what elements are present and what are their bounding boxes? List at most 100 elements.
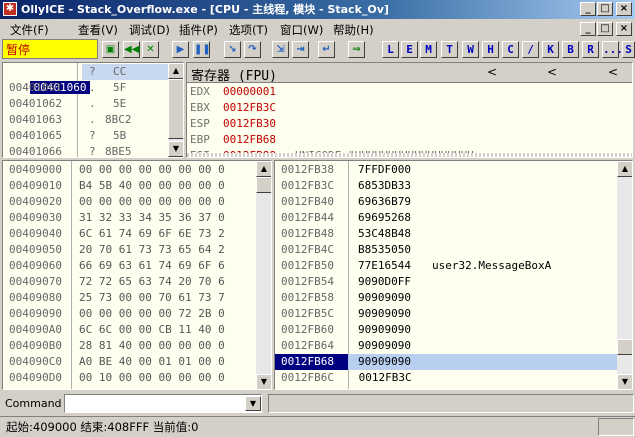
registers-title[interactable]: 寄存器 (FPU): [191, 65, 277, 84]
stack-address[interactable]: 0012FB6C: [281, 370, 334, 386]
close-process-icon[interactable]: ✕: [142, 41, 159, 58]
stack-value[interactable]: 69636B79: [358, 194, 411, 210]
scroll-down-icon[interactable]: ▼: [256, 374, 271, 389]
menu-debug[interactable]: 调试(D): [129, 22, 170, 38]
register-value[interactable]: 0012FB3C: [223, 100, 276, 116]
stack-address[interactable]: 0012FB44: [281, 210, 334, 226]
child-minimize-button[interactable]: _: [580, 22, 596, 36]
breakpoints-window-button[interactable]: B: [562, 41, 579, 58]
stack-value[interactable]: 7FFDF000: [358, 162, 411, 178]
log-window-button[interactable]: L: [382, 41, 399, 58]
dump-hex[interactable]: 72 72 65 63 74 20 70 6: [79, 274, 225, 290]
menu-file[interactable]: 文件(F): [10, 22, 49, 38]
dump-address[interactable]: 00409000: [9, 162, 62, 178]
execute-till-return-icon[interactable]: ↵: [318, 41, 335, 58]
scroll-up-icon[interactable]: ▲: [168, 63, 183, 79]
modules-window-button[interactable]: E: [401, 41, 418, 58]
stack-address[interactable]: 0012FB40: [281, 194, 334, 210]
dump-hex[interactable]: A0 BE 40 00 01 01 00 0: [79, 354, 225, 370]
registers-nav-back[interactable]: <: [487, 65, 497, 79]
stack-value[interactable]: B8535050: [358, 242, 411, 258]
dump-hex[interactable]: 20 70 61 73 73 65 64 2: [79, 242, 225, 258]
dump-address[interactable]: 00409030: [9, 210, 62, 226]
close-button[interactable]: ×: [616, 2, 632, 16]
disassembly-pane[interactable]: 00401060 ? CC 00401061 . 5F 00401062 . 5…: [2, 62, 184, 158]
dump-address[interactable]: 004090C0: [9, 354, 62, 370]
child-restore-button[interactable]: □: [597, 22, 613, 36]
cpu-window-button[interactable]: C: [502, 41, 519, 58]
threads-window-button[interactable]: T: [441, 41, 458, 58]
dump-hex[interactable]: 28 81 40 00 00 00 00 0: [79, 338, 225, 354]
command-input[interactable]: [64, 394, 262, 413]
scroll-thumb[interactable]: [256, 177, 271, 193]
stack-address[interactable]: 0012FB3C: [281, 178, 334, 194]
dump-hex[interactable]: 6C 61 74 69 6F 6E 73 2: [79, 226, 225, 242]
dump-address[interactable]: 00409050: [9, 242, 62, 258]
patches-window-button[interactable]: /: [522, 41, 539, 58]
disasm-row[interactable]: 00401060: [3, 64, 91, 94]
run-icon[interactable]: ▶: [172, 41, 189, 58]
menu-view[interactable]: 查看(V): [78, 22, 118, 38]
dump-hex[interactable]: 66 69 63 61 74 69 6F 6: [79, 258, 225, 274]
scroll-up-icon[interactable]: ▲: [617, 161, 632, 177]
dump-address[interactable]: 00409020: [9, 194, 62, 210]
stack-value[interactable]: 90909090: [358, 338, 411, 354]
trace-into-icon[interactable]: ⇲: [272, 41, 289, 58]
goto-icon[interactable]: ⇒: [348, 41, 365, 58]
child-close-button[interactable]: ×: [616, 22, 632, 36]
stack-value[interactable]: 9090D0FF: [358, 274, 411, 290]
registers-pane[interactable]: 寄存器 (FPU) < < < EDX 00000001 EBX 0012FB3…: [186, 62, 633, 158]
scroll-down-icon[interactable]: ▼: [168, 141, 183, 157]
registers-hscrollbar[interactable]: [187, 153, 632, 157]
dump-scrollbar[interactable]: ▲ ▼: [256, 161, 271, 389]
open-icon[interactable]: ▣: [102, 41, 119, 58]
dump-hex[interactable]: 25 73 00 00 70 61 73 7: [79, 290, 225, 306]
source-window-button[interactable]: S: [622, 41, 635, 58]
dump-hex[interactable]: 00 00 00 00 00 00 00 0: [79, 162, 225, 178]
pause-icon[interactable]: ❚❚: [193, 41, 211, 58]
maximize-button[interactable]: □: [597, 2, 613, 16]
minimize-button[interactable]: _: [580, 2, 596, 16]
menu-options[interactable]: 选项(T): [229, 22, 268, 38]
stack-address[interactable]: 0012FB54: [281, 274, 334, 290]
stack-value[interactable]: 53C48B48: [358, 226, 411, 242]
dump-address[interactable]: 004090B0: [9, 338, 62, 354]
references-window-button[interactable]: R: [582, 41, 599, 58]
stack-pane[interactable]: 0012FB38 7FFDF000 0012FB3C 6853DB33 0012…: [274, 160, 633, 390]
rewind-icon[interactable]: ◀◀: [123, 41, 140, 58]
menu-help[interactable]: 帮助(H): [333, 22, 374, 38]
chevron-down-icon[interactable]: ▼: [245, 396, 261, 411]
stack-value[interactable]: 90909090: [358, 306, 411, 322]
register-value[interactable]: 0012FB68: [223, 132, 276, 148]
registers-nav-back[interactable]: <: [608, 65, 618, 79]
stack-value[interactable]: 69695268: [358, 210, 411, 226]
stack-address[interactable]: 0012FB60: [281, 322, 334, 338]
dump-address[interactable]: 00409090: [9, 306, 62, 322]
stack-value[interactable]: 6853DB33: [358, 178, 411, 194]
dump-address[interactable]: 00409080: [9, 290, 62, 306]
call-stack-window-button[interactable]: K: [542, 41, 559, 58]
registers-nav-back[interactable]: <: [547, 65, 557, 79]
stack-scrollbar[interactable]: ▲ ▼: [617, 161, 632, 389]
register-value[interactable]: 00000001: [223, 84, 276, 100]
bug-icon[interactable]: ✱: [3, 2, 17, 16]
trace-over-icon[interactable]: ⇥: [292, 41, 309, 58]
dump-address[interactable]: 004090D0: [9, 370, 62, 386]
scroll-thumb[interactable]: [168, 79, 183, 139]
handles-window-button[interactable]: H: [482, 41, 499, 58]
memory-dump-pane[interactable]: 00409000 00 00 00 00 00 00 00 0 00409010…: [2, 160, 272, 390]
run-trace-window-button[interactable]: ...: [602, 41, 623, 58]
stack-value[interactable]: 90909090: [358, 290, 411, 306]
step-over-icon[interactable]: ↷: [244, 41, 261, 58]
step-into-icon[interactable]: ↘: [224, 41, 241, 58]
dump-hex[interactable]: B4 5B 40 00 00 00 00 0: [79, 178, 225, 194]
stack-address[interactable]: 0012FB5C: [281, 306, 334, 322]
dump-address[interactable]: 00409060: [9, 258, 62, 274]
stack-value[interactable]: 0012FB3C: [352, 370, 412, 386]
stack-address[interactable]: 0012FB4C: [281, 242, 334, 258]
dump-address[interactable]: 00409040: [9, 226, 62, 242]
stack-address[interactable]: 0012FB38: [281, 162, 334, 178]
scroll-up-icon[interactable]: ▲: [256, 161, 271, 177]
scroll-down-icon[interactable]: ▼: [617, 374, 632, 389]
stack-address[interactable]: 0012FB58: [281, 290, 334, 306]
